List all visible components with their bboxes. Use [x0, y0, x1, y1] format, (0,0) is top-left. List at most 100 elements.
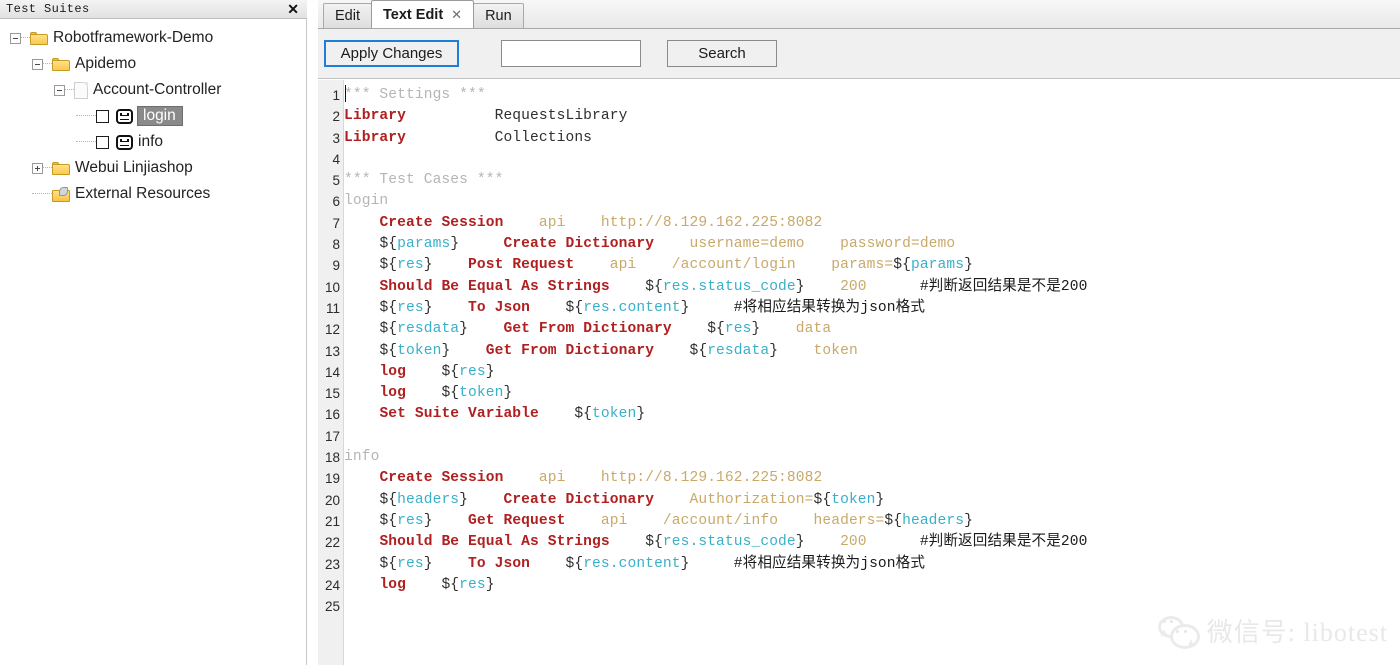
tab-label: Text Edit [383, 6, 444, 23]
tree-item-robotframework-demo[interactable]: Robotframework-Demo [0, 25, 306, 51]
code-token-varsym: } [485, 576, 495, 593]
tree-item-external-resources[interactable]: External Resources [0, 181, 306, 207]
tab-edit[interactable]: Edit [323, 3, 372, 28]
code-token-varsym: ${ [379, 512, 398, 529]
code-line[interactable]: ${resdata} Get From Dictionary ${res} da… [344, 319, 1400, 340]
code-line[interactable]: Create Session api http://8.129.162.225:… [344, 213, 1400, 234]
code-line[interactable]: Should Be Equal As Strings ${res.status_… [344, 277, 1400, 298]
code-line[interactable]: Should Be Equal As Strings ${res.status_… [344, 532, 1400, 553]
code-editor[interactable]: 1 2 3 4 5 6 7 8 9 10 11 12 13 14 15 16 17 18 19 20 21 22 23 24 2… [318, 80, 1400, 665]
tab-close-icon[interactable]: ✕ [451, 7, 462, 23]
code-line[interactable]: log ${token} [344, 383, 1400, 404]
line-number: 4 [332, 151, 340, 167]
code-token-name: login [344, 193, 389, 210]
code-line[interactable]: ${res} Post Request api /account/login p… [344, 255, 1400, 276]
search-input[interactable] [501, 40, 641, 67]
code-line[interactable]: ${token} Get From Dictionary ${resdata} … [344, 341, 1400, 362]
code-token-kw: Library [344, 129, 407, 146]
panel-splitter[interactable] [307, 0, 318, 665]
code-token-varsym: ${ [707, 321, 725, 338]
search-button[interactable]: Search [667, 40, 777, 67]
tree-item-apidemo[interactable]: Apidemo [0, 51, 306, 77]
code-token-varsym: ${ [565, 299, 584, 316]
code-token-varsym: ${ [441, 363, 460, 380]
code-line[interactable]: Set Suite Variable ${token} [344, 404, 1400, 425]
code-line[interactable]: log ${res} [344, 575, 1400, 596]
code-token-var: token [592, 406, 637, 423]
test-case-checkbox[interactable] [96, 135, 109, 149]
tree-item-label: Account-Controller [93, 81, 222, 99]
code-line[interactable]: Library Collections [344, 128, 1400, 149]
code-line[interactable]: login [344, 191, 1400, 212]
code-line[interactable] [344, 149, 1400, 170]
tab-label: Edit [335, 8, 360, 24]
code-token-varsym: ${ [645, 278, 663, 295]
line-number: 22 [324, 535, 340, 551]
code-area[interactable]: *** Settings *** Library RequestsLibrary L… [344, 80, 1400, 665]
code-line[interactable]: Library RequestsLibrary [344, 106, 1400, 127]
collapse-icon[interactable] [54, 84, 65, 96]
tree-item-account-controller[interactable]: Account-Controller [0, 77, 306, 103]
code-line[interactable] [344, 596, 1400, 617]
code-line[interactable]: Create Session api http://8.129.162.225:… [344, 468, 1400, 489]
code-line[interactable]: ${res} To Json ${res.content} #将相应结果转换为j… [344, 298, 1400, 319]
tree-item-info[interactable]: info [0, 129, 306, 155]
folder-icon [30, 31, 48, 45]
code-line[interactable]: info [344, 447, 1400, 468]
code-token-kw: Get From Dictionary [485, 342, 655, 359]
line-number: 18 [324, 450, 340, 466]
code-token-varsym: } [680, 299, 690, 316]
robot-icon [116, 134, 133, 150]
close-icon[interactable]: ✕ [287, 1, 299, 17]
code-line[interactable]: ${headers} Create Dictionary Authorizati… [344, 490, 1400, 511]
code-token-arg: api [538, 214, 566, 231]
code-line[interactable]: *** Settings *** [344, 85, 1400, 106]
code-token-var: res [459, 363, 486, 380]
tab-run[interactable]: Run [473, 3, 524, 28]
code-line[interactable] [344, 426, 1400, 447]
tree-item-webui-linjiashop[interactable]: Webui Linjiashop [0, 155, 306, 181]
editor-tab-bar: Edit Text Edit ✕ Run [318, 0, 1400, 29]
code-token-plain: RequestsLibrary [494, 108, 628, 125]
code-token-arg: api [609, 257, 637, 274]
tree-item-login[interactable]: login [0, 103, 306, 129]
tab-label: Run [485, 8, 512, 24]
test-case-checkbox[interactable] [96, 109, 109, 123]
code-token-kw: Should Be Equal As Strings [379, 278, 610, 295]
collapse-icon[interactable] [32, 58, 43, 70]
tab-text-edit[interactable]: Text Edit ✕ [371, 0, 475, 28]
code-token-varsym: } [441, 342, 451, 359]
code-token-var: res [397, 555, 424, 572]
apply-changes-button[interactable]: Apply Changes [324, 40, 459, 67]
expand-icon[interactable] [32, 162, 43, 174]
code-token-varsym: } [680, 555, 690, 572]
line-number: 8 [332, 237, 340, 253]
code-token-var: res [459, 576, 486, 593]
code-line[interactable]: ${res} Get Request api /account/info hea… [344, 511, 1400, 532]
code-line[interactable]: ${params} Create Dictionary username=dem… [344, 234, 1400, 255]
collapse-icon[interactable] [10, 32, 21, 44]
suite-tree[interactable]: Robotframework-Demo Apidemo Account-Contro… [0, 19, 307, 665]
code-line[interactable]: *** Test Cases *** [344, 170, 1400, 191]
code-token-cmt: #将相应结果转换为json格式 [733, 299, 926, 316]
tree-connector [32, 193, 52, 195]
code-line[interactable]: ${res} To Json ${res.content} #将相应结果转换为j… [344, 554, 1400, 575]
code-line[interactable]: log ${res} [344, 362, 1400, 383]
code-token-varsym: } [769, 342, 779, 359]
code-token-name: info [344, 449, 380, 466]
code-token-cmt: #判断返回结果是不是200 [919, 534, 1088, 551]
